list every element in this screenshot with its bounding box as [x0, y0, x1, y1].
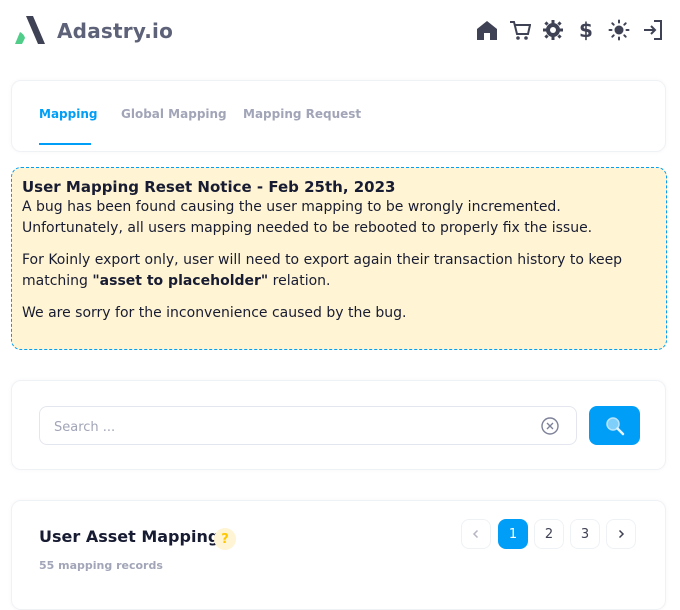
pagination-prev-button[interactable]	[461, 519, 491, 549]
search-card	[11, 380, 666, 470]
top-header: Adastry.io $	[0, 0, 680, 64]
pagination-next-button[interactable]	[606, 519, 636, 549]
active-tab-indicator	[39, 143, 91, 145]
notice-p2-end: relation.	[268, 273, 331, 289]
tab-mapping-request[interactable]: Mapping Request	[243, 107, 361, 121]
notice-p2-highlight: "asset to placeholder"	[92, 273, 269, 289]
chevron-right-icon	[618, 529, 625, 539]
brand-name: Adastry.io	[57, 19, 174, 43]
help-symbol: ?	[221, 531, 229, 547]
pagination-page-2[interactable]: 2	[534, 519, 564, 549]
tab-global-mapping[interactable]: Global Mapping	[121, 107, 227, 121]
chevron-left-icon	[472, 529, 479, 539]
search-button[interactable]	[589, 406, 640, 445]
asset-mapping-title: User Asset Mapping	[39, 527, 220, 546]
notice-paragraph-1: A bug has been found causing the user ma…	[22, 199, 593, 236]
help-icon[interactable]: ?	[214, 528, 236, 550]
dollar-icon[interactable]: $	[574, 18, 598, 42]
search-input[interactable]	[52, 416, 526, 438]
notice-title: User Mapping Reset Notice - Feb 25th, 20…	[22, 178, 396, 196]
search-box	[39, 406, 577, 445]
home-icon[interactable]	[475, 18, 499, 42]
sun-icon[interactable]	[607, 18, 631, 42]
mapping-tabs-card: Mapping Global Mapping Mapping Request	[11, 80, 666, 152]
reset-notice: User Mapping Reset Notice - Feb 25th, 20…	[11, 167, 667, 350]
pagination-page-3[interactable]: 3	[570, 519, 600, 549]
notice-paragraph-3: We are sorry for the inconvenience cause…	[22, 305, 407, 321]
search-icon	[605, 416, 624, 435]
records-count: 55 mapping records	[39, 559, 163, 572]
sign-out-icon[interactable]	[641, 18, 665, 42]
pagination-page-1[interactable]: 1	[498, 519, 528, 549]
cart-icon[interactable]	[508, 18, 532, 42]
clear-search-icon[interactable]	[540, 416, 560, 436]
asset-mapping-card: User Asset Mapping ? 55 mapping records …	[11, 500, 666, 610]
notice-paragraph-2: For Koinly export only, user will need t…	[22, 250, 656, 292]
dollar-symbol: $	[579, 18, 593, 42]
tab-mapping[interactable]: Mapping	[39, 107, 97, 121]
adastry-logo-icon[interactable]	[13, 14, 47, 46]
gear-icon[interactable]	[541, 18, 565, 42]
